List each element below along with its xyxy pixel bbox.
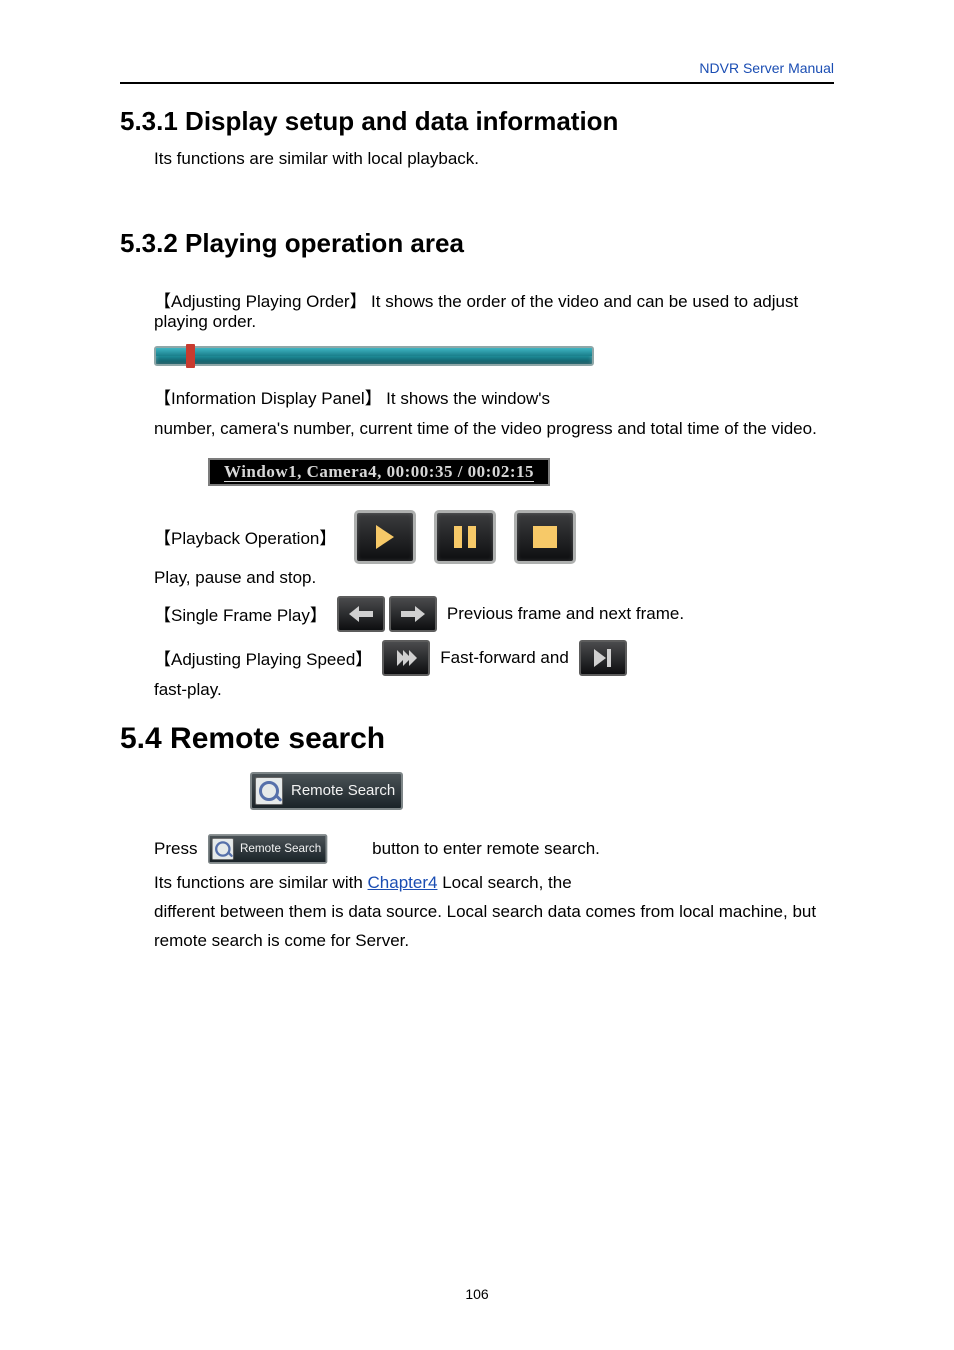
stop-button[interactable] — [514, 510, 576, 564]
heading-532: 5.3.2 Playing operation area — [120, 228, 834, 259]
arrow-left-icon — [349, 606, 373, 622]
pause-icon — [454, 526, 476, 548]
pause-button[interactable] — [434, 510, 496, 564]
slider-thumb[interactable] — [186, 344, 195, 368]
playback-slider[interactable] — [154, 346, 594, 366]
adjust-order-label: 【Adjusting Playing Order】 — [154, 292, 367, 311]
prev-frame-button[interactable] — [337, 596, 385, 632]
speed-text-end: fast-play. — [154, 680, 834, 700]
single-frame-label: 【Single Frame Play】 — [154, 601, 327, 626]
remote-search-label: Remote Search — [291, 782, 395, 799]
next-frame-button[interactable] — [389, 596, 437, 632]
page-number: 106 — [0, 1286, 954, 1302]
remote-search-button[interactable]: Remote Search — [250, 772, 403, 810]
info-display-text: Window1, Camera4, 00:00:35 / 00:02:15 — [224, 462, 534, 482]
para-line3: different between them is data source. L… — [154, 902, 816, 950]
para-mid1: button to enter remote search. — [372, 839, 600, 858]
info-display-panel: Window1, Camera4, 00:00:35 / 00:02:15 — [208, 458, 550, 486]
fast-play-icon — [594, 649, 611, 667]
remote-search-label-inline: Remote Search — [240, 839, 321, 859]
arrow-right-icon — [401, 606, 425, 622]
chapter4-link[interactable]: Chapter4 — [368, 873, 438, 892]
header-rule — [120, 82, 834, 84]
info-panel-label: 【Information Display Panel】 — [154, 389, 382, 408]
single-frame-text: Previous frame and next frame. — [447, 604, 684, 624]
stop-icon — [533, 526, 557, 548]
para-line2-pre: Its functions are similar with — [154, 873, 363, 892]
speed-text-mid: Fast-forward and — [440, 648, 569, 668]
fast-play-button[interactable] — [579, 640, 627, 676]
play-button[interactable] — [354, 510, 416, 564]
playback-op-text: Play, pause and stop. — [154, 568, 834, 588]
doc-title: NDVR Server Manual — [120, 60, 834, 76]
heading-531: 5.3.1 Display setup and data information — [120, 106, 834, 137]
heading-54: 5.4 Remote search — [120, 722, 834, 756]
search-icon — [212, 838, 234, 860]
para-line2-post: Local search, the — [442, 873, 571, 892]
info-panel-text2: number, camera's number, current time of… — [154, 414, 834, 444]
play-icon — [376, 525, 394, 549]
body-531: Its functions are similar with local pla… — [154, 145, 834, 172]
playback-op-label: 【Playback Operation】 — [154, 524, 336, 549]
speed-label: 【Adjusting Playing Speed】 — [154, 645, 372, 670]
remote-search-button-inline[interactable]: Remote Search — [208, 834, 328, 864]
para-pre: Press — [154, 839, 197, 858]
fast-forward-button[interactable] — [382, 640, 430, 676]
search-icon — [255, 777, 283, 805]
info-panel-text1: It shows the window's — [386, 389, 550, 408]
fast-forward-icon — [397, 650, 415, 666]
